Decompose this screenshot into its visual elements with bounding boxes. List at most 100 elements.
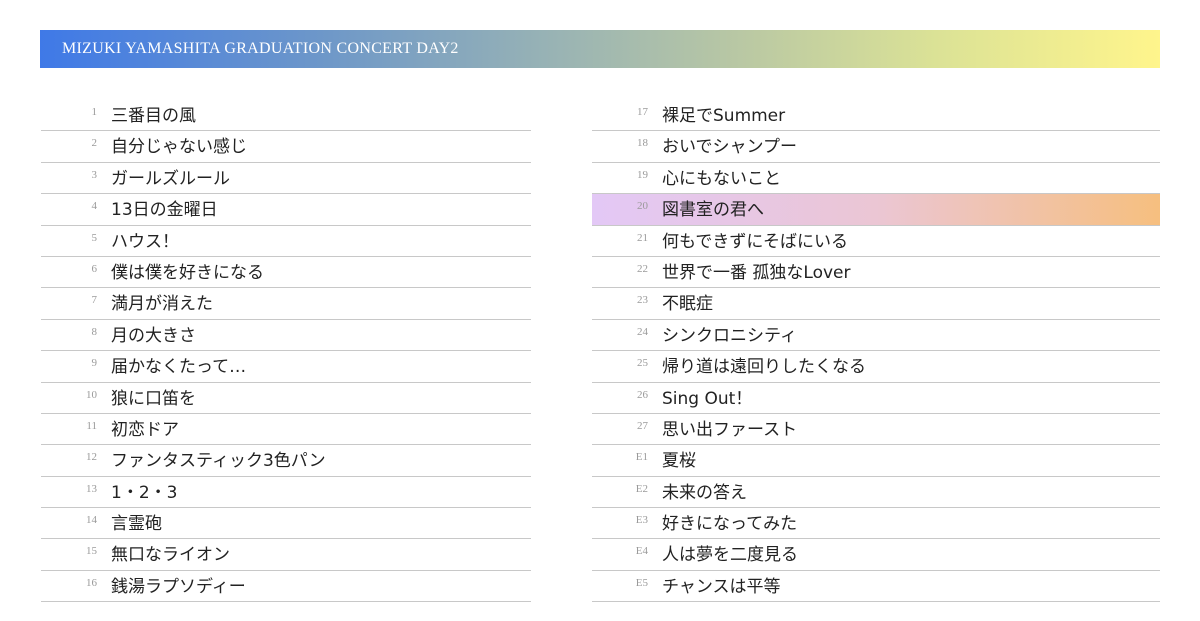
song-title: おいでシャンプー (662, 137, 797, 158)
track-number: 9 (91, 357, 98, 370)
song-title: 好きになってみた (662, 514, 798, 535)
track-number: 11 (86, 419, 97, 432)
track-number: 26 (637, 388, 648, 401)
track-number: E1 (635, 451, 648, 464)
setlist-row: E3 好きになってみた (592, 508, 1160, 540)
setlist-row: 11 初恋ドア (41, 414, 531, 446)
setlist-row: 9 届かなくたって… (41, 351, 531, 383)
setlist-right-column: 17 裸足でSummer 18 おいでシャンプー 19 心にもないこと 20 図書室の君へ 21… (592, 100, 1160, 603)
setlist-row: E4 人は夢を二度見る (592, 539, 1160, 571)
song-title: Sing Out！ (662, 388, 753, 409)
song-title: シンクロニシティ (662, 325, 797, 346)
track-number: 27 (637, 419, 648, 432)
song-title: 図書室の君へ (662, 200, 764, 221)
track-number: E3 (635, 514, 648, 527)
track-number: 21 (637, 231, 648, 244)
track-number: 23 (637, 294, 648, 307)
song-title: 狼に口笛を (111, 388, 196, 409)
track-number: 25 (637, 357, 648, 370)
setlist-row: 15 無口なライオン (41, 539, 531, 571)
setlist-row: 21 何もできずにそばにいる (592, 226, 1160, 257)
song-title: 夏桜 (662, 451, 696, 472)
setlist-row: 17 裸足でSummer (592, 100, 1160, 132)
setlist-row: 10 狼に口笛を (41, 383, 531, 414)
setlist-row: 13 1・2・3 (41, 477, 531, 509)
track-number: 1 (91, 106, 98, 118)
setlist-row: E1 夏桜 (592, 445, 1160, 477)
setlist-row: 24 シンクロニシティ (592, 320, 1160, 352)
setlist-row: E2 未来の答え (592, 477, 1160, 509)
setlist-row: 5 ハウス！ (41, 226, 531, 257)
setlist-row: E5 チャンスは平等 (592, 571, 1160, 603)
song-title: 13日の金曜日 (111, 200, 218, 221)
setlist-row: 19 心にもないこと (592, 163, 1160, 195)
setlist-row: 18 おいでシャンプー (592, 131, 1160, 163)
song-title: 1・2・3 (111, 482, 178, 503)
track-number: 15 (86, 545, 97, 558)
song-title: 裸足でSummer (662, 106, 786, 126)
setlist-row: 23 不眠症 (592, 288, 1160, 320)
song-title: チャンスは平等 (662, 576, 781, 597)
track-number: 10 (86, 388, 97, 401)
song-title: 銭湯ラプソディー (111, 576, 246, 597)
setlist-row: 3 ガールズルール (41, 163, 531, 195)
track-number: 17 (637, 106, 648, 118)
track-number: 7 (91, 294, 98, 307)
track-number: 8 (91, 325, 98, 338)
track-number: E2 (635, 482, 648, 495)
track-number: 18 (637, 137, 648, 150)
song-title: ファンタスティック3色パン (111, 451, 326, 472)
song-title: 人は夢を二度見る (662, 545, 798, 566)
setlist-row: 8 月の大きさ (41, 320, 531, 352)
track-number: E4 (635, 545, 648, 558)
song-title: 三番目の風 (111, 106, 196, 126)
track-number: 19 (637, 168, 648, 181)
song-title: 届かなくたって… (111, 357, 247, 378)
song-title: 未来の答え (662, 482, 747, 503)
setlist-row: 7 満月が消えた (41, 288, 531, 320)
song-title: ハウス！ (111, 231, 179, 252)
song-title: ガールズルール (111, 168, 230, 189)
song-title: 自分じゃない感じ (111, 137, 247, 158)
song-title: 僕は僕を好きになる (111, 262, 264, 283)
song-title: 世界で一番 孤独なLover (662, 262, 851, 283)
setlist-row: 12 ファンタスティック3色パン (41, 445, 531, 477)
track-number: 14 (86, 514, 97, 527)
track-number: 24 (637, 325, 648, 338)
setlist-row: 27 思い出ファースト (592, 414, 1160, 446)
track-number: 6 (91, 262, 98, 275)
setlist-row-highlighted: 20 図書室の君へ (592, 194, 1160, 226)
setlist-left-column: 1 三番目の風 2 自分じゃない感じ 3 ガールズルール 4 13日の金曜日 5 ハウス！ 6 僕は僕… (41, 100, 531, 603)
track-number: 20 (637, 200, 648, 213)
track-number: 12 (86, 451, 97, 464)
setlist-row: 2 自分じゃない感じ (41, 131, 531, 163)
song-title: 不眠症 (662, 294, 713, 315)
song-title: 心にもないこと (662, 168, 781, 189)
song-title: 月の大きさ (111, 325, 196, 346)
track-number: 4 (91, 200, 98, 213)
track-number: 22 (637, 262, 648, 275)
track-number: 5 (91, 231, 98, 244)
header-banner: MIZUKI YAMASHITA GRADUATION CONCERT DAY2 (40, 30, 1160, 68)
track-number: E5 (635, 576, 648, 589)
song-title: 無口なライオン (111, 545, 230, 566)
page-title: MIZUKI YAMASHITA GRADUATION CONCERT DAY2 (62, 40, 459, 57)
track-number: 2 (91, 137, 98, 150)
track-number: 16 (86, 576, 97, 589)
song-title: 言霊砲 (111, 514, 162, 535)
setlist-row: 4 13日の金曜日 (41, 194, 531, 226)
setlist-row: 6 僕は僕を好きになる (41, 257, 531, 289)
setlist-row: 1 三番目の風 (41, 100, 531, 132)
setlist-row: 26 Sing Out！ (592, 383, 1160, 414)
song-title: 思い出ファースト (662, 419, 798, 440)
setlist-row: 16 銭湯ラプソディー (41, 571, 531, 603)
song-title: 初恋ドア (111, 419, 179, 440)
setlist-row: 22 世界で一番 孤独なLover (592, 257, 1160, 289)
song-title: 帰り道は遠回りしたくなる (662, 357, 866, 378)
song-title: 満月が消えた (111, 294, 213, 315)
setlist-row: 14 言霊砲 (41, 508, 531, 540)
track-number: 3 (91, 168, 98, 181)
setlist-row: 25 帰り道は遠回りしたくなる (592, 351, 1160, 383)
track-number: 13 (86, 482, 97, 495)
song-title: 何もできずにそばにいる (662, 231, 848, 252)
